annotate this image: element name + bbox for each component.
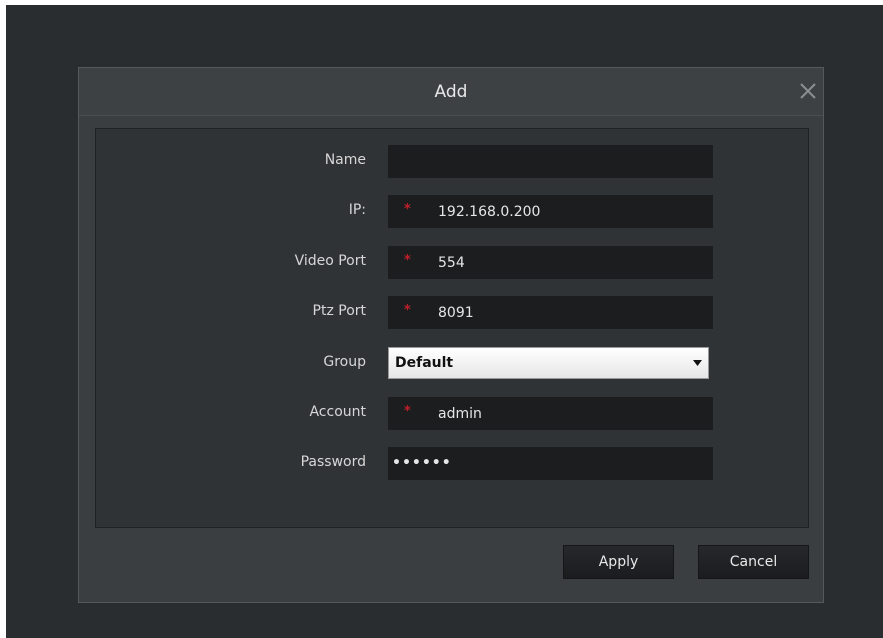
account-required-mark: * [404,404,411,419]
group-select-value: Default [395,355,454,371]
add-device-dialog: Add Name IP: * Video Port * Ptz Port * G… [78,67,824,603]
ptz-port-input[interactable] [388,296,713,329]
password-input[interactable]: •••••• [388,447,713,480]
group-select[interactable]: Default [388,347,709,379]
video-port-label: Video Port [294,253,366,269]
ip-label: IP: [348,202,366,218]
name-label: Name [324,152,366,168]
ip-required-mark: * [404,202,411,217]
close-icon [800,83,816,99]
dialog-titlebar: Add [79,68,823,116]
cancel-button[interactable]: Cancel [698,545,809,579]
ptz-port-required-mark: * [404,303,411,318]
video-port-input[interactable] [388,246,713,279]
group-label: Group [323,354,366,370]
close-button[interactable] [797,80,819,102]
dialog-title: Add [434,82,468,102]
apply-button[interactable]: Apply [563,545,674,579]
ip-input[interactable] [388,195,713,228]
chevron-down-icon [693,360,702,366]
password-label: Password [300,454,366,470]
ptz-port-label: Ptz Port [312,303,366,319]
video-port-required-mark: * [404,253,411,268]
name-input[interactable] [388,145,713,178]
account-input[interactable] [388,397,713,430]
form-panel: Name IP: * Video Port * Ptz Port * Group… [95,128,809,528]
account-label: Account [309,404,366,420]
